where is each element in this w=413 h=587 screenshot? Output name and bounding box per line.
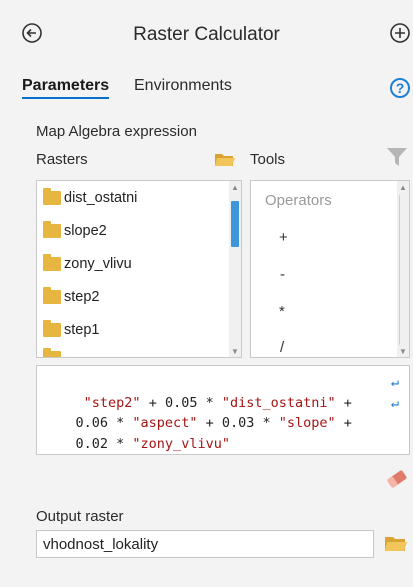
folder-icon [43, 188, 61, 205]
raster-name: dist_ostatni [64, 190, 138, 206]
expression-label: Map Algebra expression [36, 123, 197, 140]
expression-line-1: "step2" + 0.05 * "dist_ostatni" + ↵ [43, 372, 409, 411]
filter-button[interactable] [386, 146, 408, 168]
add-button[interactable] [389, 22, 411, 44]
tools-scrollbar[interactable]: ▲ ▼ [397, 181, 409, 357]
folder-open-icon [385, 537, 407, 551]
clear-expression-button[interactable] [385, 468, 409, 490]
tools-list[interactable]: Operators + - * / ▲ ▼ [250, 180, 410, 358]
operator-minus[interactable]: - [280, 266, 285, 283]
active-tab-indicator [22, 97, 110, 99]
folder-open-icon [215, 154, 235, 166]
help-icon[interactable]: ? [390, 78, 410, 98]
rasters-label: Rasters [36, 151, 88, 168]
scroll-down-icon[interactable]: ▼ [229, 345, 241, 357]
output-raster-label: Output raster [36, 508, 124, 525]
scroll-thumb[interactable] [399, 195, 408, 345]
browse-rasters-button[interactable] [214, 151, 236, 167]
output-raster-value: vhodnost_lokality [43, 536, 159, 553]
tools-label: Tools [250, 151, 286, 168]
eraser-icon [387, 470, 407, 488]
scroll-down-icon[interactable]: ▼ [397, 345, 409, 357]
expression-line-3: 0.02 * "zony_vlivu" [43, 413, 409, 452]
folder-icon [43, 254, 61, 271]
scroll-thumb[interactable] [231, 201, 239, 247]
rasters-scrollbar[interactable]: ▲ ▼ [229, 181, 241, 357]
list-item[interactable]: step2 [43, 287, 100, 305]
page-title: Raster Calculator [133, 24, 280, 45]
list-item[interactable]: step1 [43, 320, 100, 338]
filter-funnel-icon [387, 148, 407, 166]
folder-icon [43, 287, 61, 304]
word-wrap-icon: ↵ [391, 374, 400, 390]
folder-icon [43, 221, 61, 238]
browse-output-button[interactable] [384, 534, 408, 552]
tab-environments-label: Environments [134, 77, 232, 94]
tab-parameters[interactable]: Parameters [22, 77, 110, 99]
operator-plus[interactable]: + [279, 229, 288, 246]
list-item[interactable]: zony_vlivu [43, 254, 132, 272]
list-item[interactable]: slope2 [43, 221, 107, 239]
list-item[interactable]: dist_ostatni [43, 188, 138, 206]
tab-environments[interactable]: Environments [134, 77, 232, 95]
operators-header: Operators [265, 192, 332, 209]
plus-circle-icon [390, 23, 410, 43]
folder-icon [43, 348, 61, 357]
raster-name: zony_vlivu [64, 256, 132, 272]
expr-token: "zony_vlivu" [132, 435, 230, 452]
rasters-list[interactable]: dist_ostatni slope2 zony_vlivu step2 ste… [36, 180, 242, 358]
operator-divide[interactable]: / [280, 339, 284, 356]
raster-name: step1 [64, 322, 100, 338]
expr-token: 0.02 * [75, 435, 133, 452]
expression-line-2: 0.06 * "aspect" + 0.03 * "slope" + ↵ [43, 393, 409, 432]
operator-multiply[interactable]: * [279, 303, 285, 320]
raster-name: slope2 [64, 223, 107, 239]
expression-editor[interactable]: "step2" + 0.05 * "dist_ostatni" + ↵ 0.06… [36, 365, 410, 455]
tab-parameters-label: Parameters [22, 77, 110, 94]
help-icon-glyph: ? [395, 80, 405, 96]
scroll-up-icon[interactable]: ▲ [229, 181, 241, 193]
raster-name: step2 [64, 289, 100, 305]
list-item-partial[interactable] [43, 348, 64, 357]
output-raster-field[interactable]: vhodnost_lokality [36, 530, 374, 558]
word-wrap-icon: ↵ [391, 394, 400, 411]
folder-icon [43, 320, 61, 337]
scroll-up-icon[interactable]: ▲ [397, 181, 409, 193]
